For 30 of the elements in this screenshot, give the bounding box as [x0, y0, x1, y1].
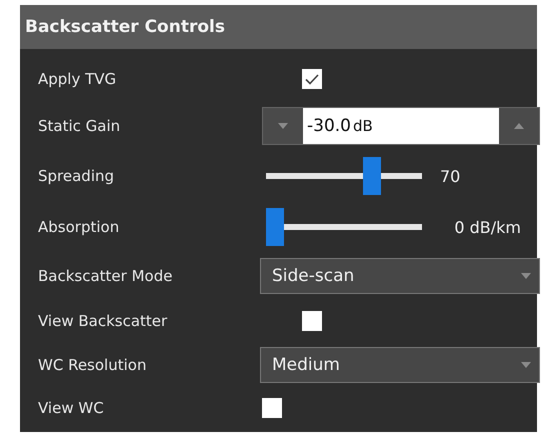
- caret-up-icon: [514, 123, 524, 129]
- decrement-button[interactable]: [263, 108, 303, 144]
- caret-down-icon: [521, 362, 531, 368]
- field-label: WC Resolution: [38, 356, 146, 374]
- gain-value: -30.0: [307, 116, 351, 136]
- field-label: Absorption: [38, 218, 120, 236]
- slider-reading: 0 dB/km: [454, 218, 521, 236]
- caret-down-icon: [278, 123, 288, 129]
- dropdown[interactable]: Side-scan: [260, 258, 540, 294]
- slider[interactable]: [266, 208, 422, 246]
- slider[interactable]: [266, 157, 422, 195]
- field-label: View Backscatter: [38, 312, 168, 330]
- checkbox[interactable]: [302, 69, 322, 89]
- checkbox[interactable]: [262, 398, 282, 418]
- field-label: Static Gain: [38, 117, 120, 135]
- field-label: Spreading: [38, 167, 114, 185]
- slider-thumb[interactable]: [266, 208, 284, 246]
- checkmark-icon: [304, 74, 318, 84]
- increment-button[interactable]: [499, 108, 539, 144]
- slider-thumb[interactable]: [362, 157, 381, 195]
- panel-title: Backscatter Controls: [20, 5, 537, 49]
- field-label: Apply TVG: [38, 70, 116, 88]
- slider-reading: 70: [440, 166, 460, 186]
- caret-down-icon: [521, 273, 531, 279]
- gain-unit: dB: [353, 117, 373, 135]
- dropdown[interactable]: Medium: [260, 347, 540, 383]
- field-label: View WC: [38, 399, 104, 417]
- checkbox[interactable]: [302, 311, 322, 331]
- gain-spinbox[interactable]: -30.0 dB: [262, 107, 540, 145]
- field-label: Backscatter Mode: [38, 267, 172, 285]
